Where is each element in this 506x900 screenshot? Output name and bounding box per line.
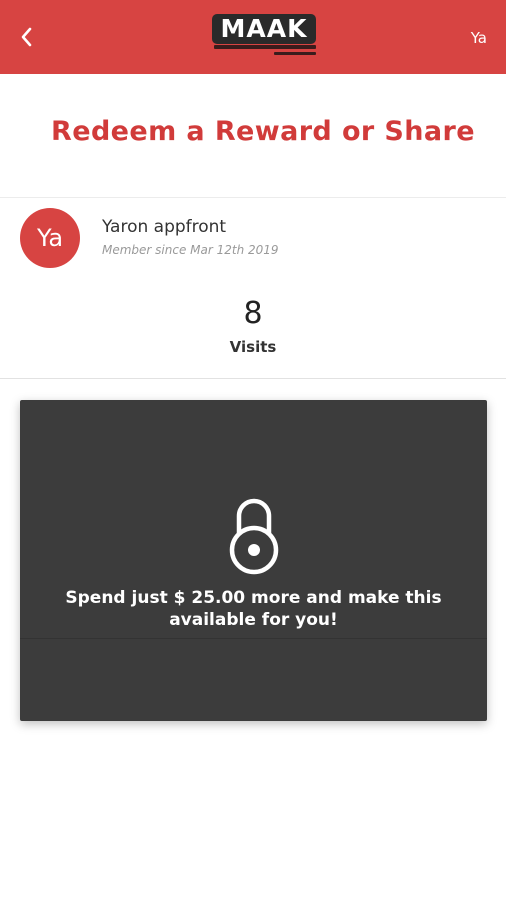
logo-tagline bbox=[214, 45, 316, 49]
member-since: Member since Mar 12th 2019 bbox=[102, 243, 279, 257]
divider bbox=[0, 378, 506, 379]
visits-label: Visits bbox=[229, 338, 277, 356]
back-button[interactable] bbox=[12, 23, 40, 51]
chevron-left-icon bbox=[21, 27, 32, 47]
locked-reward-card[interactable]: Spend just $ 25.00 more and make this av… bbox=[20, 400, 487, 721]
member-name: Yaron appfront bbox=[102, 217, 227, 237]
logo-tagline-small bbox=[274, 52, 316, 55]
avatar: Ya bbox=[20, 208, 80, 268]
card-divider bbox=[20, 638, 487, 639]
logo-text: MAAK bbox=[220, 14, 308, 43]
lock-icon bbox=[229, 498, 279, 575]
visits-count: 8 bbox=[243, 296, 263, 331]
locked-reward-message: Spend just $ 25.00 more and make this av… bbox=[65, 588, 442, 630]
page-title: Redeem a Reward or Share bbox=[51, 116, 475, 147]
app-header: MAAK Ya bbox=[0, 0, 506, 74]
maak-logo: MAAK bbox=[212, 14, 318, 62]
divider bbox=[0, 197, 506, 198]
user-menu-button[interactable]: Ya bbox=[471, 29, 487, 47]
